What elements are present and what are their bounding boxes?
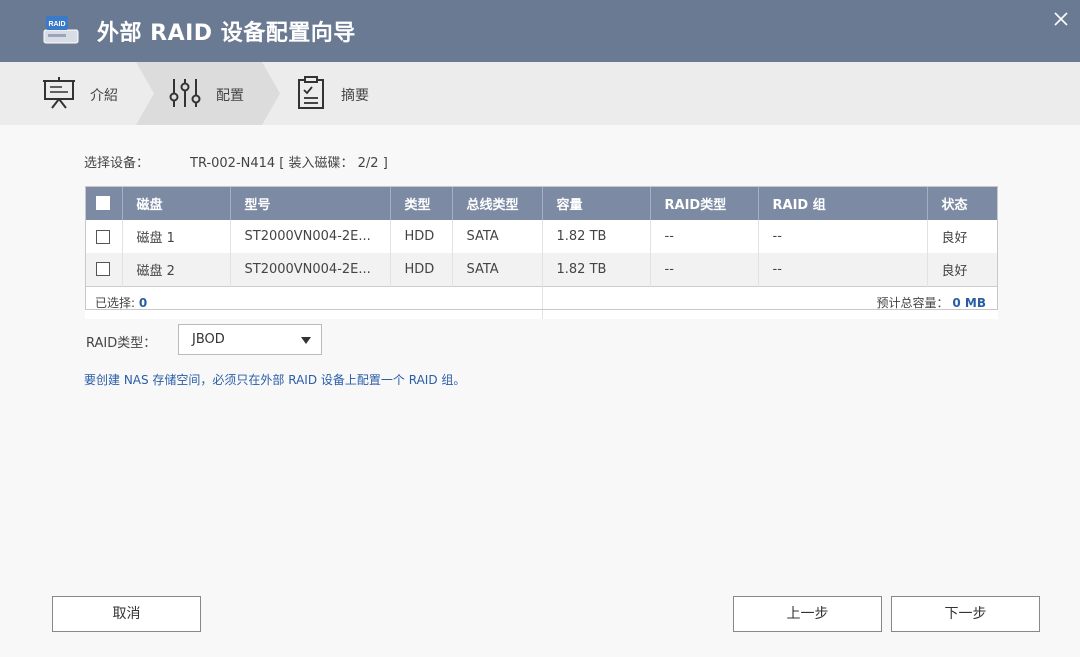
table-row[interactable]: 磁盘 2 ST2000VN004-2E... HDD SATA 1.82 TB … [85,253,998,286]
table-footer: 已选择: 0 预计总容量： 0 MB [85,285,998,319]
col-bus[interactable]: 总线类型 [452,186,543,220]
device-label: 选择设备： [84,156,150,171]
raid-device-icon: RAID [43,16,79,44]
cell-model: ST2000VN004-2E... [230,220,391,253]
title-bar: RAID 外部 RAID 设备配置向导 [0,0,1080,62]
col-status[interactable]: 状态 [927,186,998,220]
selected-count: 0 [138,296,148,311]
device-value: TR-002-N414 [ 装入磁碟： 2/2 ] [190,156,388,171]
cell-disk: 磁盘 2 [122,253,231,286]
col-raid-group[interactable]: RAID 组 [758,186,928,220]
disk-table: 磁盘 型号 类型 总线类型 容量 RAID类型 RAID 组 状态 磁盘 1 S… [85,186,998,319]
raid-type-label: RAID类型： [86,336,157,351]
estimate-value: 0 MB [952,296,986,311]
close-icon[interactable] [1050,8,1072,30]
step-config-label: 配置 [216,88,244,104]
cell-raid-type: -- [650,253,759,286]
selected-summary: 已选择: 0 [85,285,543,319]
raid-hint-text: 要创建 NAS 存储空间，必须只在外部 RAID 设备上配置一个 RAID 组。 [84,373,466,387]
cell-status: 良好 [927,220,998,253]
estimate-label: 预计总容量： [876,296,953,311]
table-header-row: 磁盘 型号 类型 总线类型 容量 RAID类型 RAID 组 状态 [85,186,998,220]
row-checkbox[interactable] [96,229,110,244]
cell-capacity: 1.82 TB [542,220,651,253]
wizard-content: 选择设备： TR-002-N414 [ 装入磁碟： 2/2 ] 磁盘 型号 类型… [0,125,1080,657]
capacity-estimate: 预计总容量： 0 MB [542,285,998,319]
cancel-button[interactable]: 取消 [52,596,201,632]
table-row[interactable]: 磁盘 1 ST2000VN004-2E... HDD SATA 1.82 TB … [85,220,998,253]
dropdown-arrow-icon [301,337,311,344]
wizard-steps: 介紹 配置 摘要 [0,62,1080,125]
col-raid-type[interactable]: RAID类型 [650,186,759,220]
cell-status: 良好 [927,253,998,286]
step-intro-label: 介紹 [90,88,118,104]
selected-label: 已选择: [95,296,139,311]
next-button[interactable]: 下一步 [891,596,1040,632]
cell-disk: 磁盘 1 [122,220,231,253]
step-summary-label: 摘要 [341,88,369,104]
raid-type-select[interactable]: JBOD [178,324,322,355]
cell-capacity: 1.82 TB [542,253,651,286]
row-checkbox-cell[interactable] [85,253,123,286]
select-all-cell[interactable] [85,186,123,220]
col-capacity[interactable]: 容量 [542,186,651,220]
app-icon-text: RAID [48,21,65,28]
cell-bus: SATA [452,220,543,253]
select-all-checkbox[interactable] [96,196,110,210]
cell-type: HDD [390,220,453,253]
raid-type-value: JBOD [192,332,225,347]
cell-raid-group: -- [758,220,928,253]
previous-button[interactable]: 上一步 [733,596,882,632]
window-title: 外部 RAID 设备配置向导 [97,21,356,46]
sliders-icon [169,79,201,107]
col-type[interactable]: 类型 [390,186,453,220]
cell-raid-group: -- [758,253,928,286]
cell-type: HDD [390,253,453,286]
col-model[interactable]: 型号 [230,186,391,220]
active-step-highlight [136,62,280,125]
presentation-icon [43,77,75,109]
clipboard-icon [298,76,324,109]
cell-bus: SATA [452,253,543,286]
col-disk[interactable]: 磁盘 [122,186,231,220]
row-checkbox-cell[interactable] [85,220,123,253]
cell-raid-type: -- [650,220,759,253]
row-checkbox[interactable] [96,262,110,277]
cell-model: ST2000VN004-2E... [230,253,391,286]
